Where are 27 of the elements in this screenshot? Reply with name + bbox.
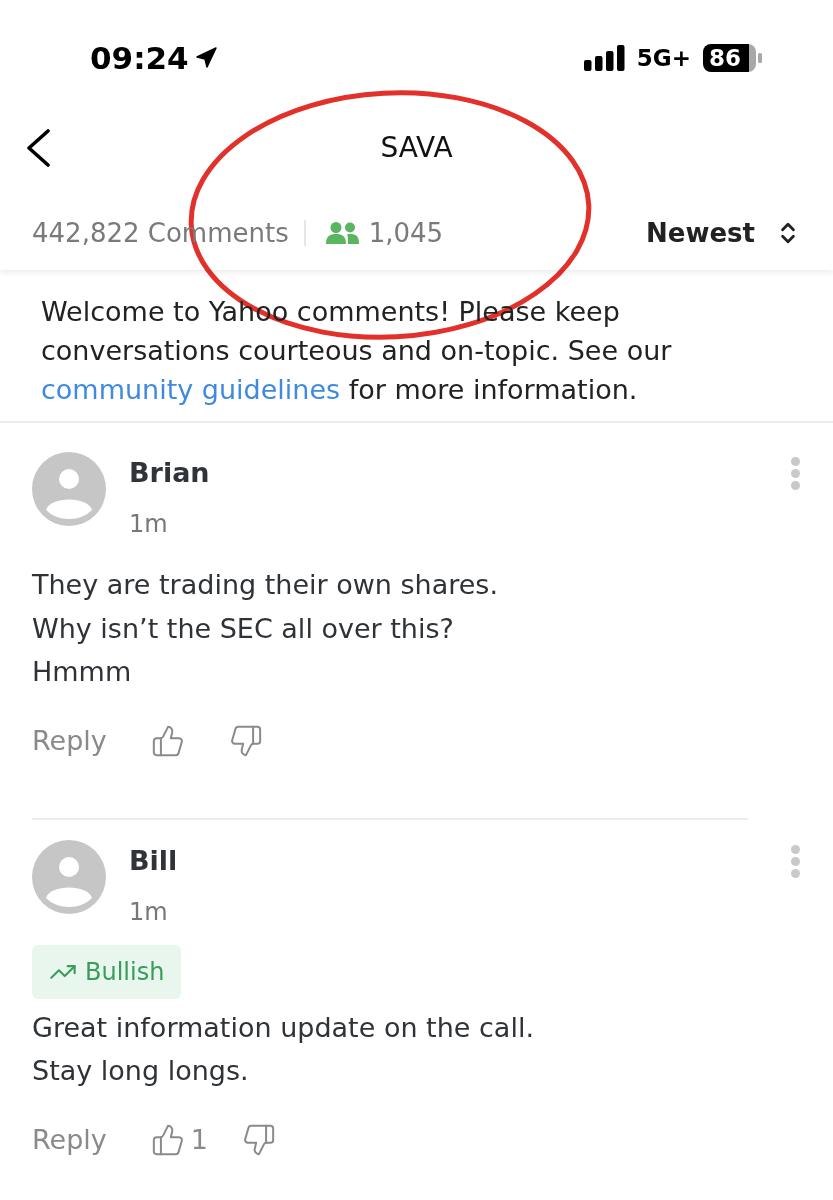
- avatar-icon: [32, 452, 106, 526]
- network-type: 5G+: [636, 44, 691, 73]
- like-count: 1: [190, 1122, 208, 1157]
- author-name: Brian: [129, 456, 210, 490]
- location-arrow-icon: [193, 46, 218, 70]
- status-time: 09:24: [90, 40, 189, 76]
- thumbs-down-icon[interactable]: [241, 1122, 276, 1157]
- battery-tip-icon: [758, 53, 762, 63]
- thumbs-up-icon[interactable]: [150, 723, 185, 758]
- comment-text: Great information update on the call. Stay long longs.: [32, 1010, 535, 1088]
- signal-bars-icon: [583, 45, 626, 71]
- avatar-icon: [32, 839, 106, 914]
- author-name: Bill: [129, 843, 178, 878]
- page-title: SAVA: [380, 130, 453, 166]
- comment-text: They are trading their own shares. Why isn’t the SEC all over this? Hmmm: [32, 568, 499, 689]
- people-icon: [325, 222, 359, 244]
- thumbs-up-icon[interactable]: [150, 1122, 185, 1157]
- community-guidelines-link[interactable]: community guidelines: [41, 374, 341, 405]
- reply-button[interactable]: Reply: [32, 1121, 107, 1158]
- thumbs-down-icon[interactable]: [228, 723, 263, 758]
- comment-time: 1m: [129, 509, 169, 540]
- participant-count: 1,045: [368, 217, 444, 250]
- reply-button[interactable]: Reply: [32, 722, 107, 759]
- sentiment-label: Bullish: [85, 956, 165, 987]
- battery-indicator: 86: [703, 44, 756, 72]
- sort-button[interactable]: Newest: [646, 216, 801, 250]
- comment-time: 1m: [129, 896, 169, 928]
